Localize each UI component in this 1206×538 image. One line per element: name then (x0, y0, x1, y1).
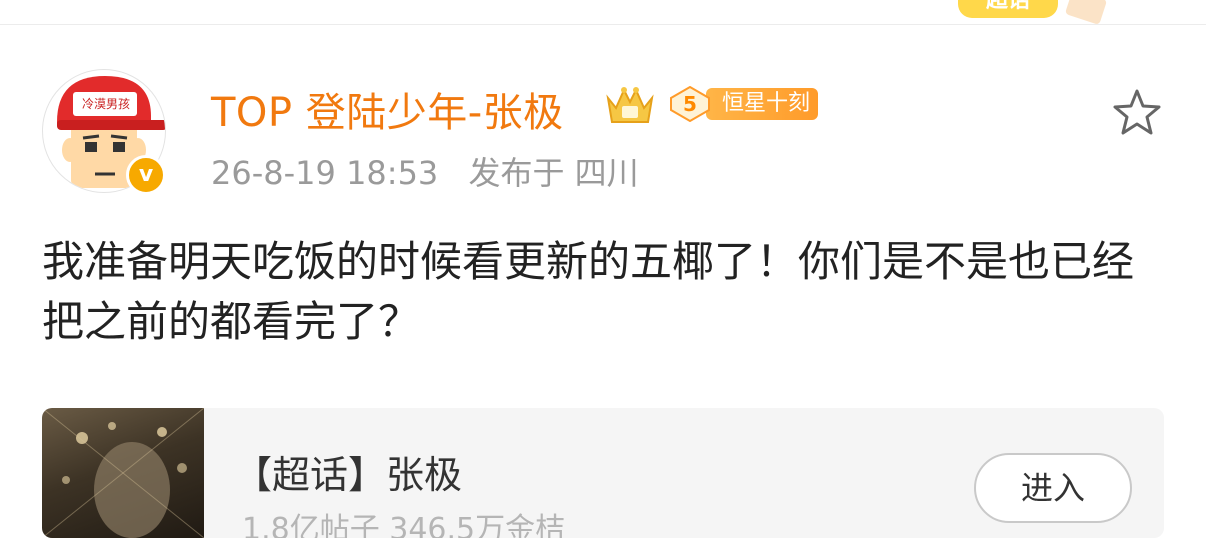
supertopic-header-badge[interactable]: 超话 (958, 0, 1058, 18)
post-location[interactable]: 四川 (575, 154, 639, 192)
verified-icon: v (126, 155, 166, 195)
level-title: 恒星十刻 (706, 88, 818, 120)
location-prefix: 发布于 (468, 154, 565, 192)
post-timestamp: 26-8-19 18:53 (211, 154, 439, 192)
supertopic-stats: 1.8亿帖子 346.5万金桔 (242, 512, 566, 538)
post-meta: 26-8-19 18:53 发布于 四川 (211, 148, 639, 194)
avatar[interactable]: 冷漠男孩 v (42, 69, 168, 195)
verified-mark: v (138, 162, 154, 187)
supertopic-title: 【超话】张极 (234, 453, 463, 497)
supertopic-thumbnail (42, 408, 205, 538)
level-title-label: 恒星十刻 (722, 91, 811, 116)
supertopic-header-label: 超话 (985, 0, 1030, 13)
star-icon[interactable] (1110, 86, 1164, 140)
supertopic-card[interactable]: 【超话】张极 1.8亿帖子 346.5万金桔 进入 (42, 408, 1164, 538)
enter-button[interactable]: 进入 (974, 453, 1132, 523)
avatar-cap-label: 冷漠男孩 (81, 97, 130, 111)
level-number-icon: 5 (668, 85, 712, 123)
level-badge[interactable]: 恒星十刻 5 (668, 85, 820, 123)
author-name[interactable]: TOP 登陆少年-张极 (211, 80, 564, 138)
crown-icon[interactable] (602, 82, 658, 126)
post-content: 我准备明天吃饭的时候看更新的五椰了！你们是不是也已经把之前的都看完了？ (42, 237, 1135, 346)
level-number: 5 (683, 92, 697, 116)
